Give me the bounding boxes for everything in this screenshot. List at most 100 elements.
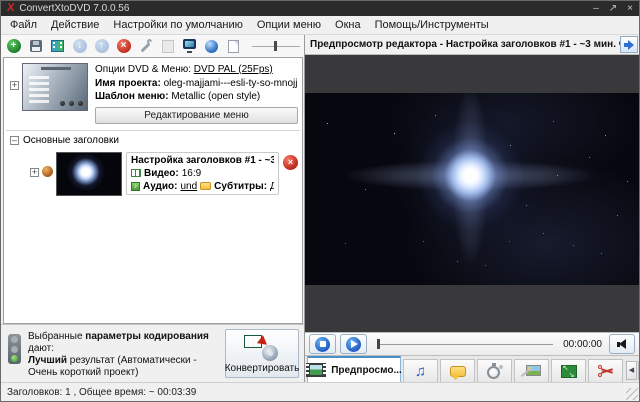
film-preview-icon bbox=[306, 363, 327, 377]
tab-preview[interactable]: Предпросмо... bbox=[306, 356, 402, 382]
project-info: Опции DVD & Меню: DVD PAL (25Fps) Имя пр… bbox=[95, 63, 298, 124]
resize-grip[interactable] bbox=[626, 388, 638, 400]
menu-bar: Файл Действие Настройки по умолчанию Опц… bbox=[1, 16, 639, 35]
title-card: Настройка заголовков #1 - ~3 мин. Ф... В… bbox=[126, 151, 279, 195]
settings-button[interactable] bbox=[138, 37, 154, 54]
document-icon bbox=[228, 39, 239, 53]
menu-default-settings[interactable]: Настройки по умолчанию bbox=[106, 17, 249, 33]
add-file-button[interactable]: + bbox=[6, 39, 21, 54]
audio-subtitles-line: ♪ Аудио: und Субтитры: Добавит... bbox=[131, 180, 274, 193]
title-heading: Настройка заголовков #1 - ~3 мин. Ф... bbox=[131, 154, 274, 166]
menu-help-tools[interactable]: Помощь/Инструменты bbox=[368, 17, 496, 33]
status-bar: Заголовков: 1 , Общее время: ~ 00:03:39 bbox=[1, 382, 639, 401]
tab-scroll-left-button[interactable]: ◀ bbox=[626, 361, 637, 380]
zoom-slider-handle[interactable] bbox=[273, 41, 277, 51]
delete-title-button[interactable]: × bbox=[283, 154, 298, 170]
paste-button-disabled bbox=[160, 39, 175, 54]
stop-icon bbox=[315, 336, 330, 352]
remove-item-button[interactable]: × bbox=[116, 39, 131, 54]
tab-image-settings[interactable] bbox=[514, 359, 549, 382]
video-settings-button[interactable] bbox=[50, 39, 65, 54]
video-thumbnail[interactable] bbox=[56, 151, 122, 196]
video-line: Видео: 16:9 bbox=[131, 167, 274, 180]
tab-resize[interactable]: ↖ ↘ bbox=[551, 359, 586, 382]
tab-chapters[interactable] bbox=[477, 359, 512, 382]
menu-action[interactable]: Действие bbox=[44, 17, 106, 33]
move-up-button[interactable]: ↑ bbox=[94, 39, 109, 54]
log-button[interactable] bbox=[226, 39, 241, 54]
tab-subtitles[interactable] bbox=[440, 359, 475, 382]
play-button[interactable] bbox=[340, 334, 367, 354]
toolbar: + ↓ ↑ × bbox=[1, 35, 304, 57]
window-controls: – ↗ × bbox=[593, 3, 633, 14]
tab-preview-label: Предпросмо... bbox=[331, 364, 402, 376]
tab-scroll-buttons: ◀ ▶ bbox=[626, 359, 639, 382]
audio-icon: ♪ bbox=[131, 181, 140, 191]
tab-scroll-right-button[interactable]: ▶ bbox=[638, 361, 639, 380]
title-bar: X ConvertXtoDVD 7.0.0.56 – ↗ × bbox=[1, 1, 639, 16]
tab-cut[interactable] bbox=[588, 359, 623, 382]
subtitle-bubble-icon bbox=[200, 182, 212, 190]
preview-panel: Предпросмотр редактора - Настройка загол… bbox=[304, 35, 639, 382]
app-logo-icon: X bbox=[6, 2, 16, 14]
tree-expander-titles[interactable]: – bbox=[10, 135, 19, 145]
stop-button[interactable] bbox=[309, 334, 336, 354]
traffic-light-icon bbox=[8, 334, 21, 364]
volume-button[interactable] bbox=[609, 334, 635, 354]
preview-monitor-button[interactable] bbox=[182, 39, 197, 54]
speech-bubble-icon bbox=[449, 365, 466, 380]
dvd-options-line: Опции DVD & Меню: DVD PAL (25Fps) bbox=[95, 64, 273, 75]
stopwatch-icon bbox=[486, 362, 503, 380]
audio-track-link[interactable]: und bbox=[180, 180, 197, 193]
zoom-slider[interactable] bbox=[252, 39, 300, 53]
close-button[interactable]: × bbox=[627, 3, 633, 14]
tree-separator bbox=[6, 129, 300, 131]
maximize-button[interactable]: ↗ bbox=[609, 3, 617, 14]
preview-header: Предпросмотр редактора - Настройка загол… bbox=[305, 35, 639, 55]
menu-options[interactable]: Опции меню bbox=[250, 17, 328, 33]
next-title-button[interactable] bbox=[620, 36, 638, 53]
left-panel: + ↓ ↑ × + Опции DVD & Меню: DVD PAL (25F… bbox=[1, 35, 304, 382]
dvd-format-link[interactable]: DVD PAL (25Fps) bbox=[194, 64, 273, 75]
minimize-button[interactable]: – bbox=[593, 3, 599, 14]
resize-screen-icon: ↖ ↘ bbox=[560, 364, 577, 379]
up-arrow-icon: ↑ bbox=[94, 39, 109, 53]
dvd-title-icon bbox=[42, 165, 53, 177]
tab-audio[interactable]: ♫ bbox=[403, 359, 438, 382]
edit-menu-button[interactable]: Редактирование меню bbox=[95, 106, 298, 124]
scissors-icon bbox=[597, 364, 614, 378]
app-window: X ConvertXtoDVD 7.0.0.56 – ↗ × Файл Дейс… bbox=[0, 0, 640, 402]
blue-arrow-icon bbox=[624, 39, 634, 50]
add-subtitles-link[interactable]: Добавит... bbox=[270, 180, 274, 193]
time-display: 00:00:00 bbox=[563, 338, 602, 350]
seek-handle[interactable] bbox=[377, 339, 380, 349]
menu-windows[interactable]: Окна bbox=[328, 17, 368, 33]
playback-controls: 00:00:00 bbox=[305, 332, 639, 355]
play-icon bbox=[346, 336, 361, 352]
video-frame bbox=[305, 93, 639, 285]
titles-group-label: Основные заголовки bbox=[23, 134, 119, 146]
tree-expander-title1[interactable]: + bbox=[30, 167, 39, 177]
menu-template-line: Шаблон меню: Metallic (open style) bbox=[95, 91, 261, 102]
save-icon bbox=[29, 40, 42, 52]
preview-header-text: Предпросмотр редактора - Настройка загол… bbox=[310, 39, 620, 50]
monitor-icon bbox=[182, 39, 197, 53]
web-button[interactable] bbox=[204, 39, 219, 54]
save-project-button[interactable] bbox=[28, 39, 43, 54]
menu-file[interactable]: Файл bbox=[3, 17, 44, 33]
tree-expander-project[interactable]: + bbox=[10, 81, 19, 90]
status-text: Заголовков: 1 , Общее время: ~ 00:03:39 bbox=[7, 386, 197, 398]
speaker-icon bbox=[616, 338, 628, 350]
star-field bbox=[305, 93, 306, 94]
move-down-button[interactable]: ↓ bbox=[72, 39, 87, 54]
menu-template-thumbnail[interactable] bbox=[22, 63, 88, 111]
convert-button[interactable]: Конвертировать bbox=[225, 329, 299, 378]
seek-bar[interactable] bbox=[377, 338, 554, 350]
video-preview[interactable] bbox=[305, 55, 639, 332]
film-icon bbox=[131, 169, 141, 177]
titles-group: – Основные заголовки bbox=[4, 134, 302, 148]
title-item: + Настройка заголовков #1 - ~3 мин. Ф...… bbox=[30, 151, 298, 196]
remove-icon: × bbox=[116, 39, 131, 53]
project-name-line: Имя проекта: oleg-majjami---esli-ty-so-m… bbox=[95, 77, 298, 89]
convert-icon bbox=[244, 335, 280, 361]
